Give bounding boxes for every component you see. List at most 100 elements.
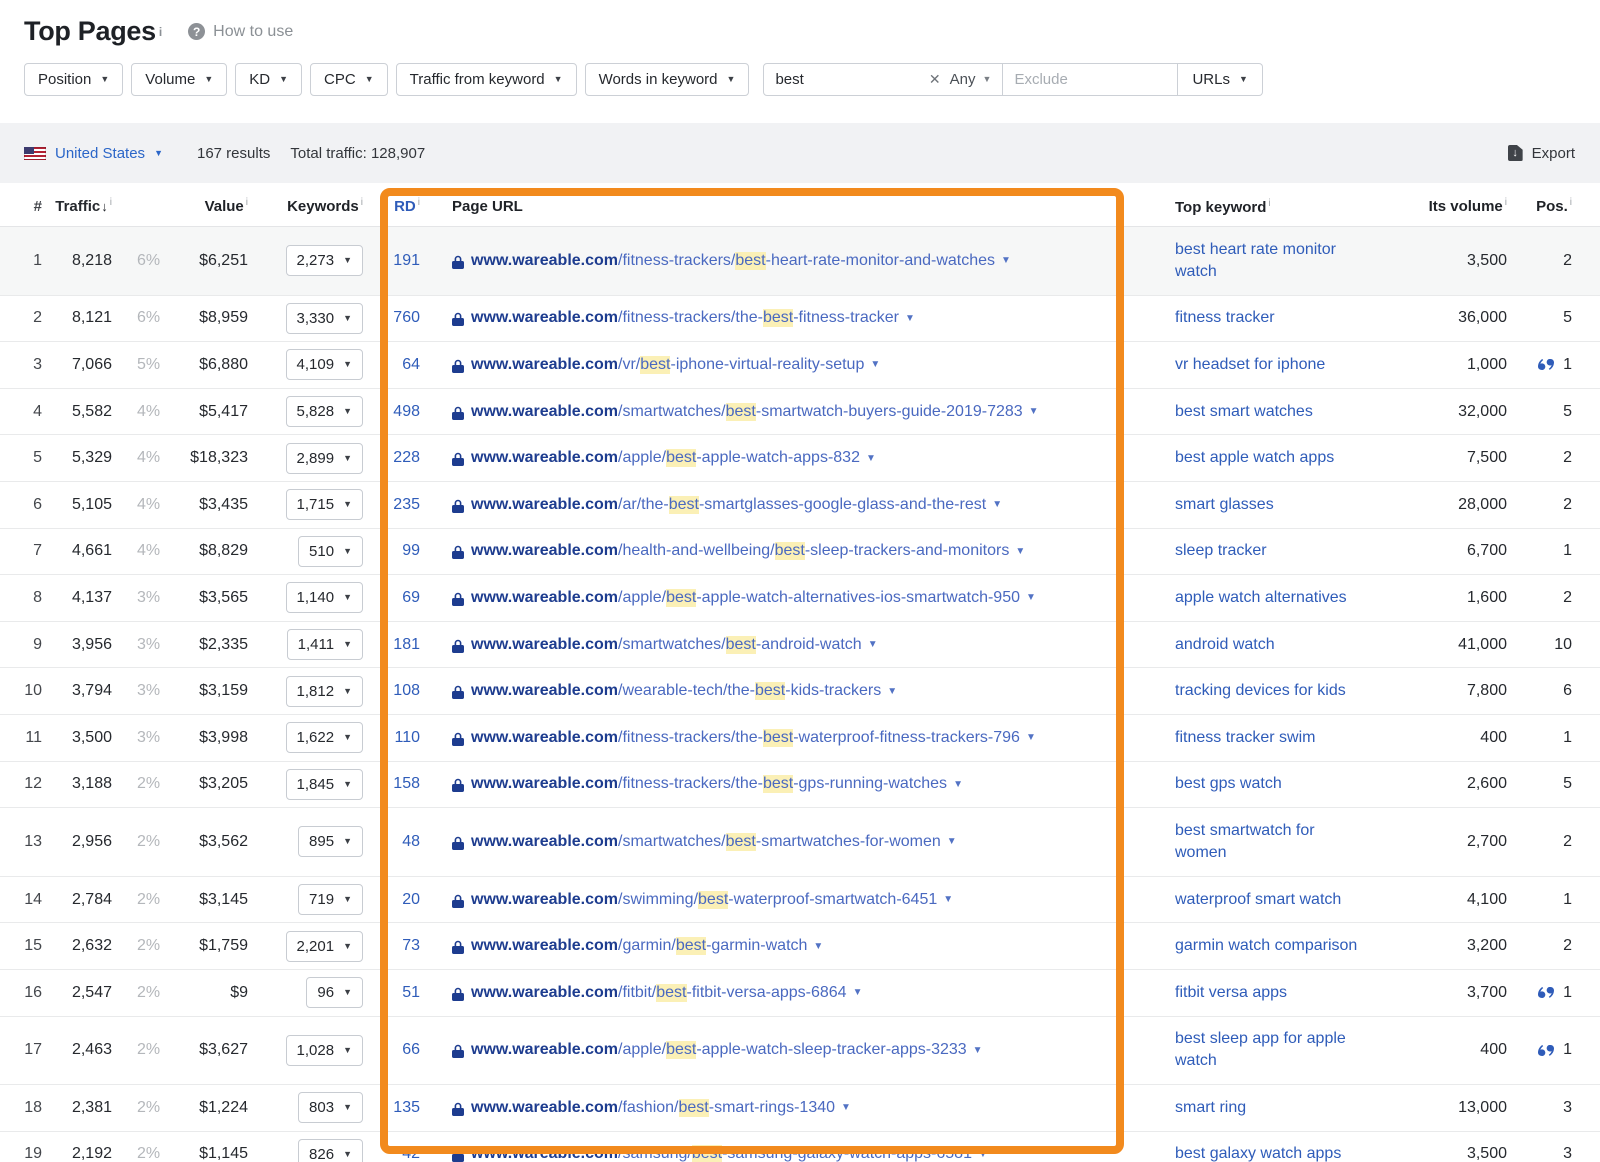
url-path-highlight[interactable]: best [669,496,699,514]
rd-count[interactable]: 228 [370,449,420,467]
url-domain[interactable]: www.wareable.com [471,775,618,793]
url-domain[interactable]: www.wareable.com [471,937,618,955]
url-domain[interactable]: www.wareable.com [471,682,618,700]
url-path-highlight[interactable]: best [656,984,686,1002]
url-path-highlight[interactable]: best [679,1099,709,1117]
url-domain[interactable]: www.wareable.com [471,984,618,1002]
match-mode-dropdown[interactable]: Any ▼ [950,71,992,88]
rd-count[interactable]: 110 [370,729,420,747]
url-path-highlight[interactable]: best [666,589,696,607]
col-header-top-keyword[interactable]: Top keywordi [1112,193,1380,219]
url-path-post[interactable]: -apple-watch-sleep-tracker-apps-3233 [696,1041,966,1059]
url-path-post[interactable]: -sleep-trackers-and-monitors [805,542,1010,560]
url-domain[interactable]: www.wareable.com [471,1145,618,1162]
top-keyword-link[interactable]: fitness tracker [1175,309,1275,326]
keywords-dropdown[interactable]: 1,411 ▼ [287,629,363,660]
urls-dropdown[interactable]: URLs ▼ [1178,63,1262,96]
col-header-num[interactable]: # [0,198,42,215]
url-path-post[interactable]: -apple-watch-alternatives-ios-smartwatch… [696,589,1020,607]
url-path-post[interactable]: -smartglasses-google-glass-and-the-rest [699,496,986,514]
url-path-pre[interactable]: /swimming/ [618,891,698,909]
rd-count[interactable]: 135 [370,1099,420,1117]
url-domain[interactable]: www.wareable.com [471,403,618,421]
keywords-dropdown[interactable]: 895 ▼ [298,826,363,857]
col-header-its-volume[interactable]: Its volumei [1380,197,1507,215]
keywords-dropdown[interactable]: 5,828 ▼ [286,396,363,427]
url-domain[interactable]: www.wareable.com [471,542,618,560]
url-path-pre[interactable]: /smartwatches/ [618,403,726,421]
url-path-post[interactable]: -garmin-watch [706,937,807,955]
url-expand-caret[interactable]: ▼ [1001,255,1011,266]
top-keyword-link[interactable]: garmin watch comparison [1175,937,1357,954]
url-path-pre[interactable]: /smartwatches/ [618,636,726,654]
url-path-highlight[interactable]: best [726,403,756,421]
url-expand-caret[interactable]: ▼ [978,1149,988,1160]
url-domain[interactable]: www.wareable.com [471,636,618,654]
url-expand-caret[interactable]: ▼ [841,1102,851,1113]
url-path-highlight[interactable]: best [666,1041,696,1059]
url-path-highlight[interactable]: best [755,682,785,700]
filter-dropdown-kd[interactable]: KD ▼ [235,63,302,96]
url-path-highlight[interactable]: best [775,542,805,560]
keywords-dropdown[interactable]: 96 ▼ [306,977,363,1008]
keywords-dropdown[interactable]: 2,273 ▼ [286,245,363,276]
url-expand-caret[interactable]: ▼ [947,836,957,847]
url-domain[interactable]: www.wareable.com [471,1099,618,1117]
url-expand-caret[interactable]: ▼ [1026,732,1036,743]
keywords-dropdown[interactable]: 719 ▼ [298,884,363,915]
filter-dropdown-traffic-from-keyword[interactable]: Traffic from keyword ▼ [396,63,577,96]
url-path-pre[interactable]: /samsung/ [618,1145,692,1162]
rd-count[interactable]: 108 [370,682,420,700]
keywords-dropdown[interactable]: 2,899 ▼ [286,443,363,474]
url-path-post[interactable]: -iphone-virtual-reality-setup [670,356,864,374]
url-path-highlight[interactable]: best [726,833,756,851]
col-header-page-url[interactable]: Page URL [420,198,1112,215]
rd-count[interactable]: 158 [370,775,420,793]
url-expand-caret[interactable]: ▼ [853,987,863,998]
url-path-post[interactable]: -kids-trackers [785,682,881,700]
rd-count[interactable]: 51 [370,984,420,1002]
url-path-pre[interactable]: /fitness-trackers/the- [618,775,763,793]
top-keyword-link[interactable]: sleep tracker [1175,542,1267,559]
url-path-post[interactable]: -fitbit-versa-apps-6864 [687,984,847,1002]
url-path-post[interactable]: -gps-running-watches [793,775,947,793]
url-path-pre[interactable]: /ar/the- [618,496,669,514]
keywords-dropdown[interactable]: 510 ▼ [298,536,363,567]
url-path-highlight[interactable]: best [763,729,793,747]
keywords-dropdown[interactable]: 4,109 ▼ [286,349,363,380]
url-path-post[interactable]: -samsung-galaxy-watch-apps-6581 [722,1145,972,1162]
url-path-highlight[interactable]: best [763,309,793,327]
url-domain[interactable]: www.wareable.com [471,309,618,327]
url-path-pre[interactable]: /fitness-trackers/the- [618,729,763,747]
rd-count[interactable]: 20 [370,891,420,909]
url-domain[interactable]: www.wareable.com [471,449,618,467]
url-domain[interactable]: www.wareable.com [471,833,618,851]
top-keyword-link[interactable]: smart glasses [1175,496,1274,513]
url-path-post[interactable]: -smartwatch-buyers-guide-2019-7283 [756,403,1023,421]
rd-count[interactable]: 760 [370,309,420,327]
filter-dropdown-position[interactable]: Position ▼ [24,63,123,96]
top-keyword-link[interactable]: waterproof smart watch [1175,891,1341,908]
country-dropdown[interactable]: United States ▼ [24,145,163,162]
top-keyword-link[interactable]: vr headset for iphone [1175,356,1325,373]
url-domain[interactable]: www.wareable.com [471,1041,618,1059]
url-path-highlight[interactable]: best [676,937,706,955]
url-expand-caret[interactable]: ▼ [887,686,897,697]
url-expand-caret[interactable]: ▼ [813,941,823,952]
url-path-pre[interactable]: /apple/ [618,589,666,607]
top-keyword-link[interactable]: smart ring [1175,1099,1246,1116]
url-path-pre[interactable]: /wearable-tech/the- [618,682,755,700]
url-path-post[interactable]: -smart-rings-1340 [709,1099,835,1117]
top-keyword-link[interactable]: android watch [1175,636,1275,653]
rd-count[interactable]: 181 [370,636,420,654]
clear-icon[interactable]: ✕ [929,71,941,88]
keywords-dropdown[interactable]: 1,715 ▼ [286,489,363,520]
url-expand-caret[interactable]: ▼ [953,779,963,790]
rd-count[interactable]: 42 [370,1145,420,1162]
url-path-highlight[interactable]: best [666,449,696,467]
keywords-dropdown[interactable]: 1,028 ▼ [286,1035,363,1066]
keywords-dropdown[interactable]: 803 ▼ [298,1092,363,1123]
url-domain[interactable]: www.wareable.com [471,589,618,607]
url-path-post[interactable]: -apple-watch-apps-832 [696,449,860,467]
keywords-dropdown[interactable]: 2,201 ▼ [286,931,363,962]
